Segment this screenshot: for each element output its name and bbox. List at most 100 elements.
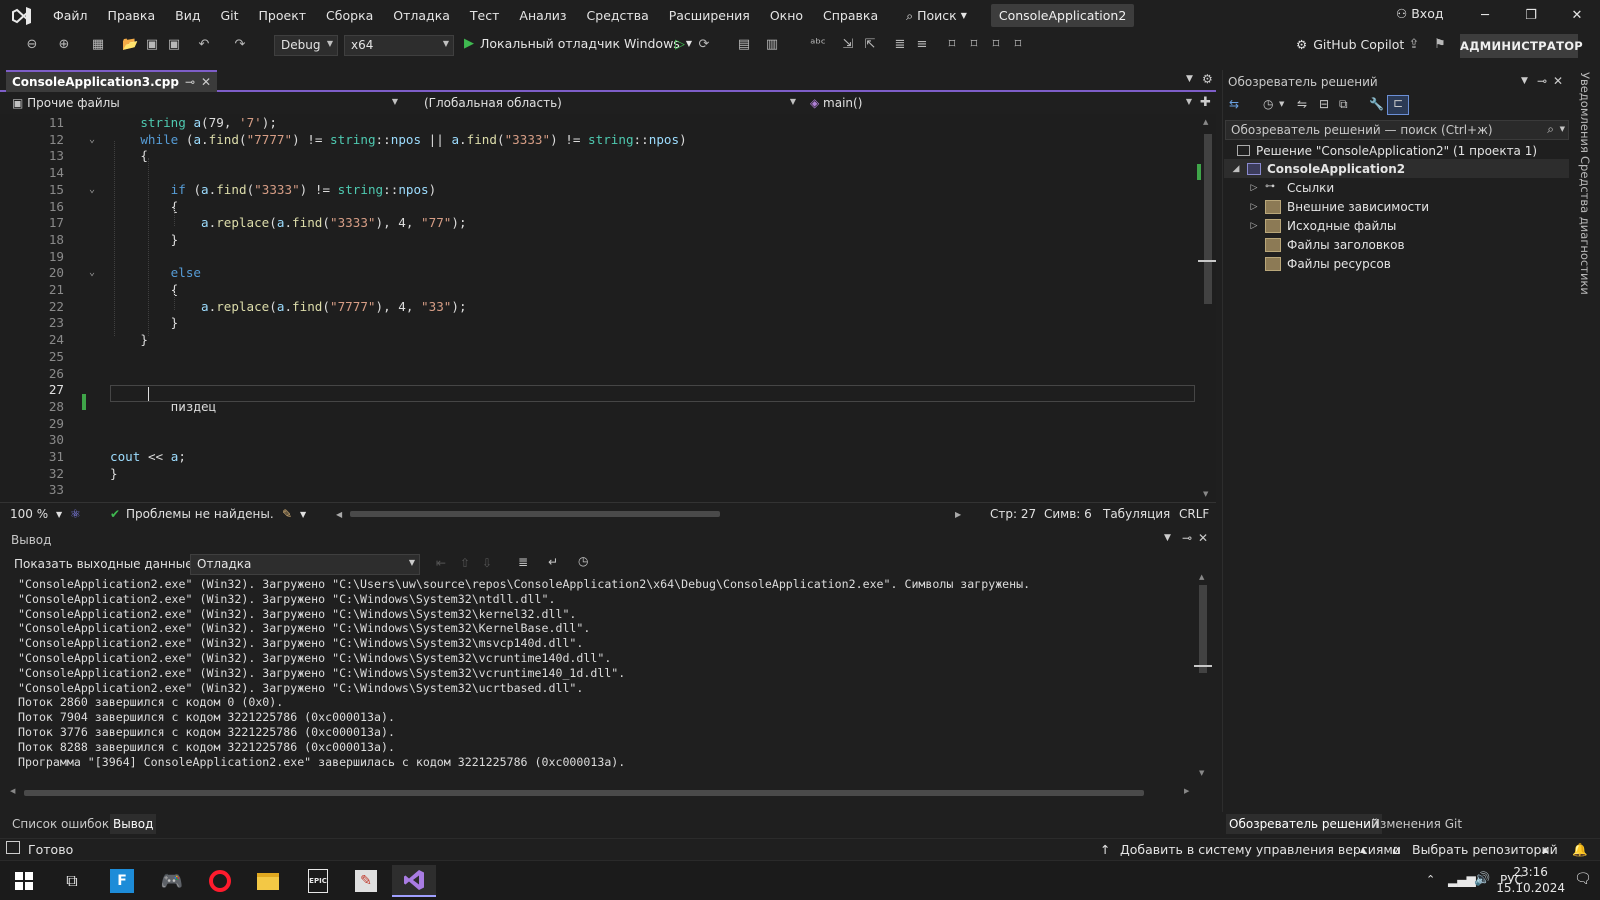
file-explorer-icon[interactable] bbox=[246, 865, 290, 897]
sync-icon[interactable]: ⇆ bbox=[1229, 97, 1239, 111]
volume-icon[interactable]: 🔊 bbox=[1474, 872, 1490, 887]
find-message-icon[interactable]: ⇤ bbox=[436, 556, 446, 570]
cursor-column[interactable]: Симв: 6 bbox=[1044, 507, 1092, 521]
save-icon[interactable]: ▣ bbox=[144, 37, 160, 53]
word-wrap-icon[interactable]: ↵ bbox=[548, 555, 558, 569]
code-line[interactable]: 21 { bbox=[0, 281, 1200, 298]
collapsed-arrow-icon[interactable]: ▷ bbox=[1249, 183, 1259, 193]
feedback-icon[interactable]: ⚑ bbox=[1432, 37, 1448, 53]
notification-center-icon[interactable]: 🗨 bbox=[1574, 871, 1592, 887]
code-line[interactable]: 30 bbox=[0, 431, 1200, 448]
tab-consoleapplication3-cpp[interactable]: ConsoleApplication3.cpp ⊸ ✕ bbox=[6, 70, 218, 92]
menu-view[interactable]: Вид bbox=[165, 0, 210, 31]
tree-external-dependencies[interactable]: ▷ Внешние зависимости bbox=[1249, 197, 1429, 216]
next-message-icon[interactable]: ⇩ bbox=[482, 556, 492, 570]
menu-window[interactable]: Окно bbox=[760, 0, 813, 31]
menu-test[interactable]: Тест bbox=[460, 0, 509, 31]
history-icon[interactable]: ◷ bbox=[1263, 97, 1273, 111]
code-line[interactable]: 18 } bbox=[0, 231, 1200, 248]
pin-icon[interactable]: ⊸ bbox=[1537, 74, 1547, 88]
code-line[interactable]: 14 bbox=[0, 164, 1200, 181]
menu-extensions[interactable]: Расширения bbox=[659, 0, 760, 31]
collapse-all-icon[interactable]: ⊟ bbox=[1319, 97, 1329, 111]
chevron-up-icon[interactable]: ▲ bbox=[1360, 845, 1366, 854]
bookmark-clear-icon[interactable]: ⌑ bbox=[1010, 37, 1026, 53]
new-item-icon[interactable]: ▦ bbox=[90, 37, 106, 53]
tab-git-changes[interactable]: Изменения Git bbox=[1370, 814, 1463, 834]
scroll-thumb[interactable] bbox=[1204, 134, 1212, 304]
code-line[interactable]: 20 ⌄ else bbox=[0, 264, 1200, 281]
system-clock[interactable]: 23:16 15.10.2024 bbox=[1496, 864, 1565, 896]
menu-file[interactable]: Файл bbox=[43, 0, 98, 31]
forward-icon[interactable]: ⊕ bbox=[56, 37, 72, 53]
tree-references[interactable]: ▷ ⊶ Ссылки bbox=[1249, 178, 1335, 197]
outdent-icon[interactable]: ≡ bbox=[914, 37, 930, 53]
chevron-up-icon[interactable]: ▲ bbox=[1542, 845, 1548, 854]
select-repository[interactable]: Выбрать репозиторий bbox=[1412, 842, 1558, 857]
start-without-debugging-icon[interactable]: ▷ bbox=[672, 37, 688, 53]
preview-icon[interactable]: ⊏ bbox=[1387, 95, 1409, 115]
code-line[interactable]: 26 bbox=[0, 365, 1200, 382]
cursor-line[interactable]: Стр: 27 bbox=[990, 507, 1036, 521]
issues-status[interactable]: Проблемы не найдены. bbox=[126, 507, 274, 521]
panel-dropdown-icon[interactable]: ▼ bbox=[1521, 76, 1528, 86]
code-line[interactable]: 24 } bbox=[0, 331, 1200, 348]
pin-icon[interactable]: ⊸ bbox=[185, 75, 195, 89]
menu-project[interactable]: Проект bbox=[249, 0, 317, 31]
menu-debug[interactable]: Отладка bbox=[383, 0, 460, 31]
collapsed-arrow-icon[interactable]: ▷ bbox=[1249, 202, 1259, 212]
code-line[interactable]: 15 ⌄ if (a.find("3333") != string::npos) bbox=[0, 181, 1200, 198]
code-line[interactable]: 22 a.replace(a.find("7777"), 4, "33"); bbox=[0, 298, 1200, 315]
menu-git[interactable]: Git bbox=[210, 0, 248, 31]
close-tab-icon[interactable]: ✕ bbox=[201, 75, 211, 89]
code-line[interactable]: 11 string a(79, '7'); bbox=[0, 114, 1200, 131]
clear-all-icon[interactable]: ≣ bbox=[518, 555, 528, 569]
code-line[interactable]: 33 bbox=[0, 481, 1200, 498]
cleanup-icon[interactable]: ✎ bbox=[282, 507, 292, 521]
tree-header-files[interactable]: Файлы заголовков bbox=[1265, 235, 1405, 254]
line-endings[interactable]: CRLF bbox=[1179, 507, 1209, 521]
solution-search-input[interactable]: Обозреватель решений — поиск (Ctrl+ж) ⌕ … bbox=[1225, 120, 1569, 140]
open-folder-icon[interactable]: 📂 bbox=[122, 37, 138, 53]
code-line[interactable]: 17 a.replace(a.find("3333"), 4, "77"); bbox=[0, 214, 1200, 231]
game-controller-icon[interactable]: 🎮 bbox=[150, 865, 194, 897]
scroll-down-icon[interactable]: ▼ bbox=[1199, 769, 1204, 777]
code-line[interactable]: 31 cout << a; bbox=[0, 448, 1200, 465]
menu-build[interactable]: Сборка bbox=[316, 0, 383, 31]
horizontal-scroll-thumb[interactable] bbox=[350, 511, 720, 517]
task-view-icon[interactable]: ⧉ bbox=[50, 865, 94, 897]
editor-vertical-scrollbar[interactable]: ▲ ▼ bbox=[1197, 114, 1216, 502]
show-all-files-icon[interactable]: ⧉ bbox=[1339, 97, 1348, 112]
switch-views-icon[interactable]: ⇋ bbox=[1297, 97, 1307, 111]
solution-window-icon[interactable]: ▤ bbox=[736, 37, 752, 53]
member-select[interactable]: ◈ main() ▼ bbox=[806, 94, 1194, 114]
timestamp-icon[interactable]: ◷ bbox=[578, 554, 588, 568]
start-button[interactable] bbox=[2, 865, 46, 897]
expanded-arrow-icon[interactable]: ◢ bbox=[1231, 164, 1241, 174]
scope-select[interactable]: (Глобальная область) ▼ bbox=[420, 94, 798, 114]
scroll-right-icon[interactable]: ▶ bbox=[955, 510, 961, 519]
app-f-icon[interactable]: F bbox=[100, 865, 144, 897]
menu-help[interactable]: Справка bbox=[813, 0, 888, 31]
copilot-status-icon[interactable]: ⚛ bbox=[70, 507, 81, 521]
prev-message-icon[interactable]: ⇧ bbox=[460, 556, 470, 570]
tab-output[interactable]: Вывод bbox=[110, 814, 157, 834]
scroll-up-icon[interactable]: ▲ bbox=[1199, 573, 1204, 581]
close-panel-icon[interactable]: ✕ bbox=[1553, 74, 1563, 88]
github-copilot-button[interactable]: ⚙ GitHub Copilot bbox=[1296, 37, 1404, 52]
close-window-button[interactable]: ✕ bbox=[1554, 0, 1600, 31]
fold-toggle-icon[interactable]: ⌄ bbox=[89, 181, 95, 198]
code-line[interactable]: 25 bbox=[0, 348, 1200, 365]
platform-select[interactable]: x64 ▼ bbox=[344, 35, 454, 56]
share-icon[interactable]: ⇪ bbox=[1406, 37, 1422, 53]
settings-icon[interactable]: ⚙ bbox=[1202, 72, 1213, 86]
scroll-left-icon[interactable]: ◀ bbox=[10, 787, 15, 795]
step-over-icon[interactable]: ⇱ bbox=[862, 37, 878, 53]
step-icon[interactable]: ⇲ bbox=[840, 37, 856, 53]
indent-icon[interactable]: ≣ bbox=[892, 37, 908, 53]
scroll-thumb[interactable] bbox=[24, 790, 1144, 796]
bookmark-next-icon[interactable]: ⌑ bbox=[988, 37, 1004, 53]
output-vertical-scrollbar[interactable]: ▲ ▼ bbox=[1194, 573, 1212, 783]
fold-toggle-icon[interactable]: ⌄ bbox=[89, 131, 95, 148]
code-line[interactable]: 29 bbox=[0, 415, 1200, 432]
